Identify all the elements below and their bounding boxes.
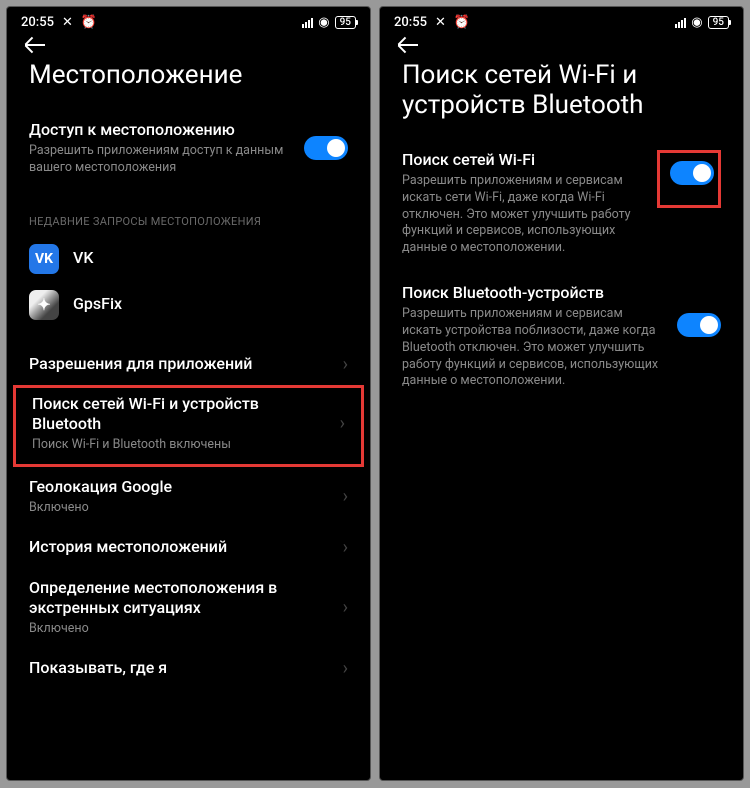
wifi-bt-scan-title: Поиск сетей Wi-Fi и устройств Bluetooth: [32, 394, 328, 436]
signal-icon: [675, 18, 686, 28]
recent-requests-label: НЕДАВНИЕ ЗАПРОСЫ МЕСТОПОЛОЖЕНИЯ: [7, 187, 370, 236]
chevron-right-icon: ›: [343, 658, 348, 679]
alarm-icon: ⏰: [454, 15, 470, 30]
app-row-vk[interactable]: VK VK: [7, 236, 370, 282]
show-where-row[interactable]: Показывать, где я ›: [7, 648, 370, 689]
gpsfix-icon: ✦: [29, 290, 59, 320]
wifi-scan-toggle-highlight: [657, 150, 721, 208]
bt-scan-sub: Разрешить приложениям и сервисам искать …: [402, 306, 665, 390]
wifi-bt-scan-row[interactable]: Поиск сетей Wi-Fi и устройств Bluetooth …: [13, 385, 364, 467]
app-permissions-row[interactable]: Разрешения для приложений ›: [7, 344, 370, 385]
google-location-sub: Включено: [29, 500, 331, 517]
back-arrow-icon: [398, 44, 418, 46]
location-access-row[interactable]: Доступ к местоположению Разрешить прилож…: [7, 110, 370, 187]
chevron-right-icon: ›: [343, 354, 348, 375]
app-permissions-title: Разрешения для приложений: [29, 354, 331, 375]
chevron-right-icon: ›: [340, 413, 345, 434]
location-access-sub: Разрешить приложениям доступ к данным ва…: [29, 143, 292, 177]
wifi-icon: ◉: [318, 15, 329, 30]
back-button[interactable]: [7, 34, 370, 52]
signal-icon: [302, 18, 313, 28]
dnd-icon: ✕: [435, 15, 446, 30]
status-time: 20:55: [21, 15, 54, 30]
show-where-title: Показывать, где я: [29, 658, 331, 679]
emergency-location-title: Определение местоположения в экстренных …: [29, 578, 331, 620]
emergency-location-row[interactable]: Определение местоположения в экстренных …: [7, 568, 370, 648]
chevron-right-icon: ›: [343, 597, 348, 618]
google-location-row[interactable]: Геолокация Google Включено ›: [7, 467, 370, 527]
page-title: Поиск сетей Wi-Fi и устройств Bluetooth: [380, 52, 743, 140]
bt-scan-toggle[interactable]: [677, 313, 721, 337]
wifi-scan-sub: Разрешить приложениям и сервисам искать …: [402, 173, 645, 257]
dnd-icon: ✕: [62, 15, 73, 30]
status-bar: 20:55 ✕ ⏰ ◉ 95: [380, 7, 743, 34]
location-history-title: История местоположений: [29, 537, 331, 558]
battery-indicator: 95: [335, 16, 356, 29]
status-bar: 20:55 ✕ ⏰ ◉ 95: [7, 7, 370, 34]
page-title: Местоположение: [7, 52, 370, 110]
google-location-title: Геолокация Google: [29, 477, 331, 498]
back-arrow-icon: [25, 44, 45, 46]
app-label-vk: VK: [73, 248, 93, 269]
wifi-scan-title: Поиск сетей Wi-Fi: [402, 150, 645, 171]
bt-scan-title: Поиск Bluetooth-устройств: [402, 283, 665, 304]
wifi-scan-row[interactable]: Поиск сетей Wi-Fi Разрешить приложениям …: [380, 140, 743, 267]
back-button[interactable]: [380, 34, 743, 52]
location-access-toggle[interactable]: [304, 136, 348, 160]
wifi-scan-toggle[interactable]: [670, 161, 714, 185]
emergency-location-sub: Включено: [29, 621, 331, 638]
wifi-bt-scan-sub: Поиск Wi-Fi и Bluetooth включены: [32, 437, 328, 454]
battery-indicator: 95: [708, 16, 729, 29]
vk-icon: VK: [29, 244, 59, 274]
phone-right: 20:55 ✕ ⏰ ◉ 95 Поиск сетей Wi-Fi и устро…: [379, 6, 744, 781]
location-history-row[interactable]: История местоположений ›: [7, 527, 370, 568]
location-access-title: Доступ к местоположению: [29, 120, 292, 141]
chevron-right-icon: ›: [343, 537, 348, 558]
alarm-icon: ⏰: [81, 15, 97, 30]
phone-left: 20:55 ✕ ⏰ ◉ 95 Местоположение Доступ к м…: [6, 6, 371, 781]
chevron-right-icon: ›: [343, 486, 348, 507]
bt-scan-row[interactable]: Поиск Bluetooth-устройств Разрешить прил…: [380, 273, 743, 400]
status-time: 20:55: [394, 15, 427, 30]
wifi-icon: ◉: [691, 15, 702, 30]
app-label-gpsfix: GpsFix: [73, 294, 122, 315]
app-row-gpsfix[interactable]: ✦ GpsFix: [7, 282, 370, 328]
